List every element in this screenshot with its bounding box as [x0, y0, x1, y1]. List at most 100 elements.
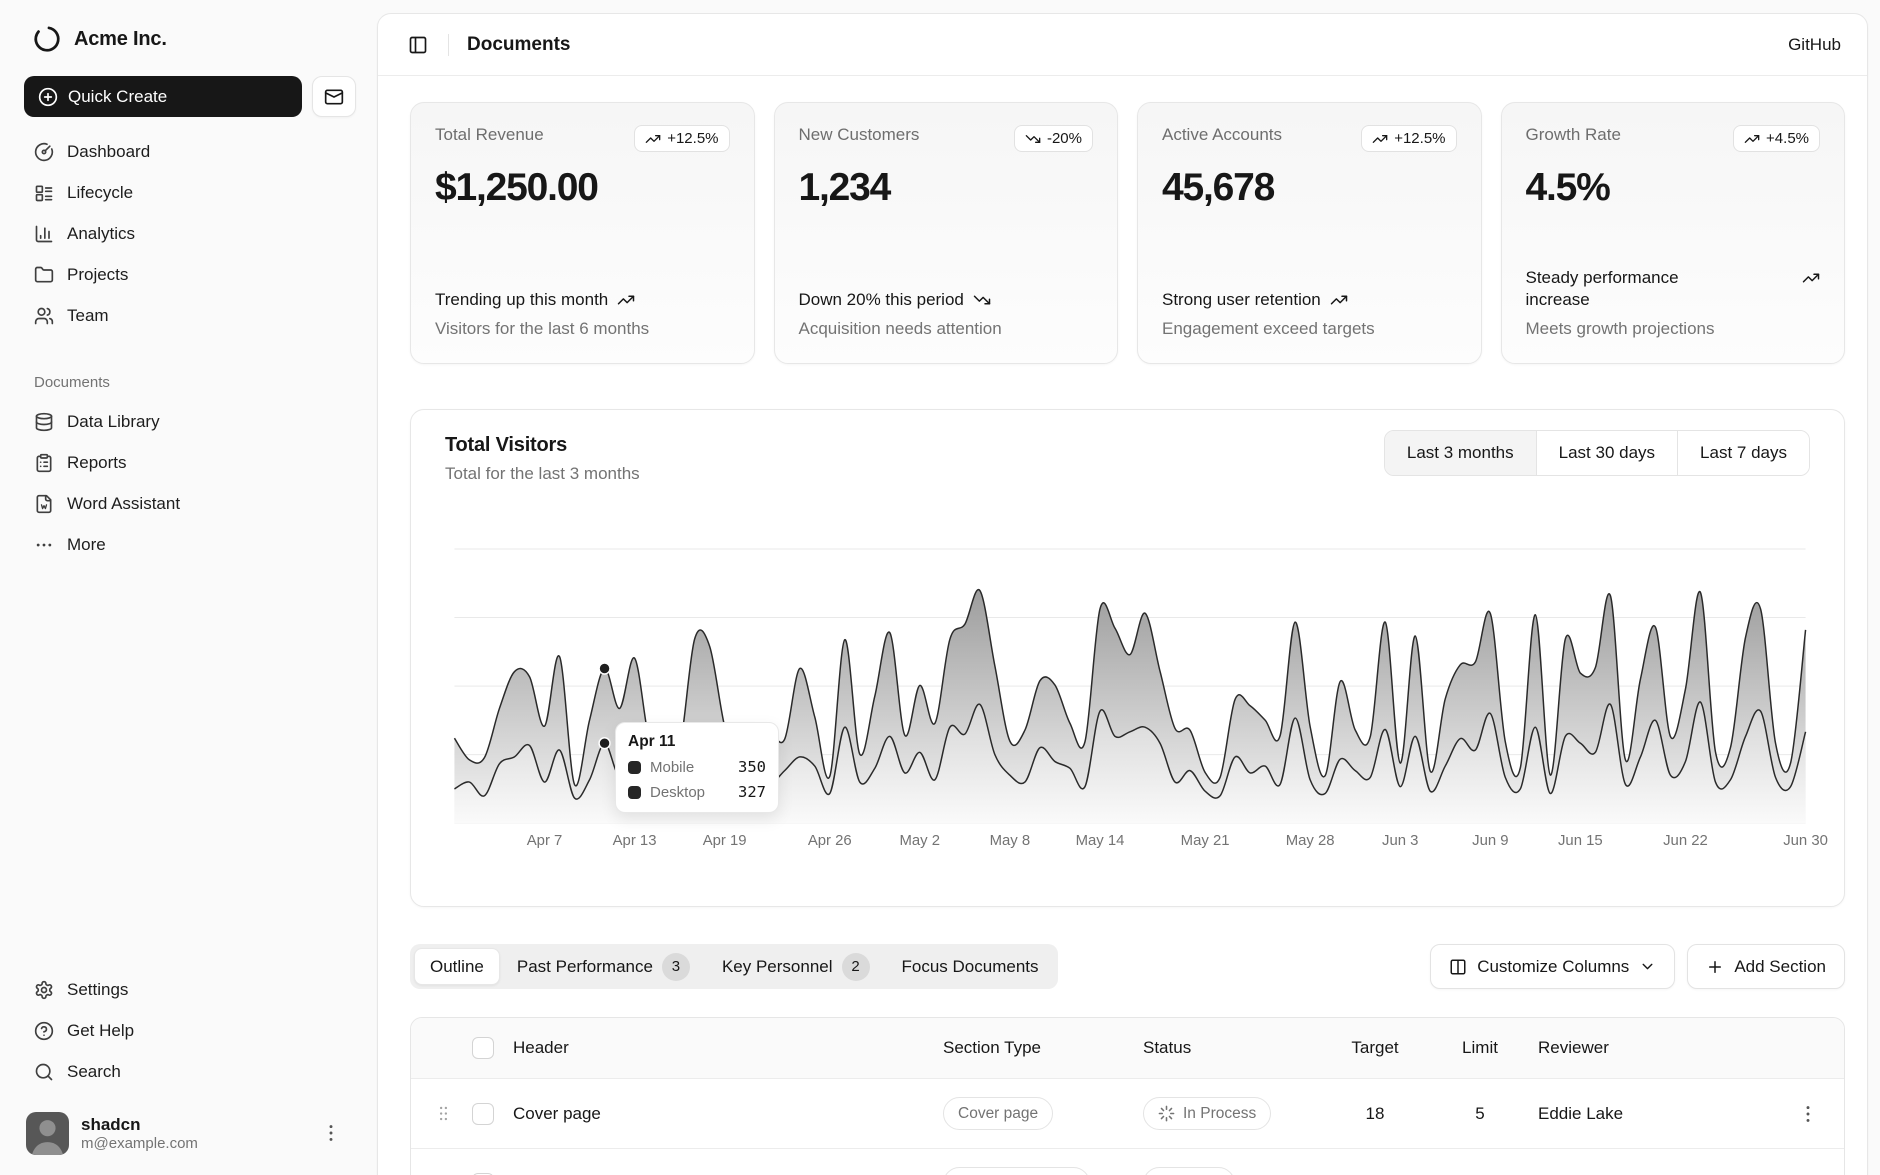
- table-header-row: HeaderSection TypeStatusTargetLimitRevie…: [411, 1018, 1844, 1079]
- tab-count-badge: 3: [662, 953, 690, 981]
- series-value: 350: [738, 758, 766, 776]
- area-chart[interactable]: Apr 7Apr 13Apr 19Apr 26May 2May 8May 14M…: [450, 547, 1810, 852]
- column-header-header: Header: [505, 1038, 935, 1058]
- sidebar-toggle-button[interactable]: [400, 27, 436, 63]
- row-ellipsis-vertical-icon[interactable]: [1797, 1103, 1819, 1125]
- stat-label: New Customers: [799, 125, 920, 145]
- target-value[interactable]: 18: [1320, 1104, 1430, 1124]
- column-header-section-type: Section Type: [935, 1038, 1135, 1058]
- stat-footer-title: Strong user retention: [1162, 289, 1321, 311]
- svg-text:Jun 30: Jun 30: [1783, 833, 1828, 849]
- page-title: Documents: [467, 34, 570, 56]
- svg-text:Apr 26: Apr 26: [808, 833, 852, 849]
- sidebar-item-dashboard[interactable]: Dashboard: [24, 131, 356, 172]
- status-badge: Done: [1143, 1167, 1235, 1175]
- loader-icon: [1158, 1105, 1175, 1122]
- mail-icon: [324, 87, 344, 107]
- sidebar-item-label: Data Library: [67, 412, 160, 432]
- stat-footer-title: Steady performance increase: [1526, 267, 1738, 311]
- row-checkbox[interactable]: [472, 1103, 494, 1125]
- sidebar-item-search[interactable]: Search: [24, 1051, 356, 1092]
- user-menu-row[interactable]: shadcn m@example.com: [24, 1108, 356, 1159]
- sidebar-item-label: Search: [67, 1062, 121, 1082]
- stat-card-active-accounts: Active Accounts+12.5%45,678Strong user r…: [1137, 102, 1482, 364]
- badge-value: +12.5%: [1394, 130, 1445, 147]
- chart-column-icon: [34, 224, 54, 244]
- status-label: In Process: [1183, 1105, 1256, 1123]
- stat-card-growth-rate: Growth Rate+4.5%4.5%Steady performance i…: [1501, 102, 1846, 364]
- stat-footer-subtitle: Visitors for the last 6 months: [435, 319, 730, 339]
- stat-footer-subtitle: Acquisition needs attention: [799, 319, 1094, 339]
- sidebar-item-lifecycle[interactable]: Lifecycle: [24, 172, 356, 213]
- sidebar-item-projects[interactable]: Projects: [24, 254, 356, 295]
- table-row: Cover pageCover pageIn Process185Eddie L…: [411, 1079, 1844, 1149]
- stat-footer-title: Trending up this month: [435, 289, 608, 311]
- database-icon: [34, 412, 54, 432]
- svg-text:Jun 3: Jun 3: [1382, 833, 1418, 849]
- select-all-checkbox[interactable]: [472, 1037, 494, 1059]
- sidebar-item-settings[interactable]: Settings: [24, 969, 356, 1010]
- sidebar-item-label: Get Help: [67, 1021, 134, 1041]
- svg-text:Apr 7: Apr 7: [527, 833, 563, 849]
- quick-create-button[interactable]: Quick Create: [24, 76, 302, 117]
- sidebar-item-get-help[interactable]: Get Help: [24, 1010, 356, 1051]
- tab-key-personnel[interactable]: Key Personnel2: [707, 948, 885, 985]
- stat-value: $1,250.00: [435, 166, 730, 210]
- sidebar-item-more[interactable]: More: [24, 524, 356, 565]
- user-name: shadcn: [81, 1114, 198, 1135]
- users-icon: [34, 306, 54, 326]
- trend-down-icon: [973, 291, 991, 309]
- customize-columns-button[interactable]: Customize Columns: [1430, 944, 1675, 989]
- tab-count-badge: 2: [842, 953, 870, 981]
- stat-value: 1,234: [799, 166, 1094, 210]
- grip-vertical-icon[interactable]: [434, 1104, 453, 1123]
- sidebar-item-label: Reports: [67, 453, 127, 473]
- sections-table: HeaderSection TypeStatusTargetLimitRevie…: [410, 1017, 1845, 1175]
- help-circle-icon: [34, 1021, 54, 1041]
- series-swatch: [628, 761, 641, 774]
- column-header-target: Target: [1320, 1038, 1430, 1058]
- sidebar-item-reports[interactable]: Reports: [24, 442, 356, 483]
- tab-outline[interactable]: Outline: [414, 948, 500, 985]
- add-section-button[interactable]: Add Section: [1687, 944, 1845, 989]
- sidebar-item-label: Word Assistant: [67, 494, 180, 514]
- sidebar-item-analytics[interactable]: Analytics: [24, 213, 356, 254]
- limit-value[interactable]: 5: [1430, 1104, 1530, 1124]
- tooltip-date: Apr 11: [628, 733, 766, 751]
- inbox-button[interactable]: [312, 76, 356, 117]
- column-header-limit: Limit: [1430, 1038, 1530, 1058]
- topbar-separator: [448, 34, 449, 56]
- range-option-last-3-months[interactable]: Last 3 months: [1385, 431, 1536, 475]
- trend-badge: +12.5%: [1361, 125, 1456, 152]
- brand[interactable]: Acme Inc.: [24, 20, 356, 58]
- user-ellipsis-vertical-icon[interactable]: [320, 1122, 342, 1144]
- sidebar-item-team[interactable]: Team: [24, 295, 356, 336]
- github-link[interactable]: GitHub: [1788, 35, 1841, 55]
- tab-focus-documents[interactable]: Focus Documents: [887, 948, 1054, 985]
- sidebar-item-word-assistant[interactable]: Word Assistant: [24, 483, 356, 524]
- ellipsis-icon: [34, 535, 54, 555]
- sidebar-item-data-library[interactable]: Data Library: [24, 401, 356, 442]
- plus-icon: [1706, 958, 1724, 976]
- sidebar: Acme Inc. Quick Create DashboardLifecycl…: [0, 0, 377, 1175]
- badge-value: -20%: [1047, 130, 1082, 147]
- range-option-last-7-days[interactable]: Last 7 days: [1677, 431, 1809, 475]
- table-toolbar: OutlinePast Performance3Key Personnel2Fo…: [410, 944, 1845, 989]
- sidebar-section-label: Documents: [24, 374, 356, 391]
- svg-text:Apr 19: Apr 19: [703, 833, 747, 849]
- sidebar-item-label: More: [67, 535, 106, 555]
- app-root: Acme Inc. Quick Create DashboardLifecycl…: [0, 0, 1880, 1175]
- reviewer-value[interactable]: Eddie Lake: [1530, 1104, 1780, 1124]
- trend-up-icon: [1802, 269, 1820, 287]
- row-header-link[interactable]: Cover page: [513, 1104, 601, 1123]
- badge-value: +12.5%: [667, 130, 718, 147]
- sidebar-main-nav: DashboardLifecycleAnalyticsProjectsTeam: [24, 131, 356, 336]
- range-option-last-30-days[interactable]: Last 30 days: [1536, 431, 1677, 475]
- stat-value: 45,678: [1162, 166, 1457, 210]
- table-row: Table of contentsTable of contentsDone29…: [411, 1149, 1844, 1175]
- tab-past-performance[interactable]: Past Performance3: [502, 948, 705, 985]
- badge-value: +4.5%: [1766, 130, 1809, 147]
- section-type-badge: Table of contents: [943, 1167, 1090, 1175]
- user-email: m@example.com: [81, 1135, 198, 1154]
- svg-text:May 14: May 14: [1076, 833, 1125, 849]
